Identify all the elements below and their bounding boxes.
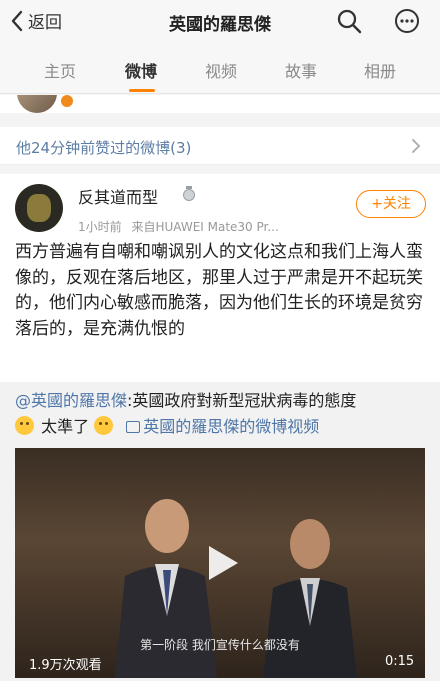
top-bar: 返回 英國的羅思傑 [0, 0, 440, 44]
video-link[interactable]: 英國的羅思傑的微博视频 [143, 417, 319, 436]
previous-card-fragment [0, 95, 440, 113]
post-time: 1小时前 [78, 220, 122, 234]
tab-album[interactable]: 相册 [364, 58, 396, 82]
follow-button[interactable]: +关注 [356, 190, 426, 218]
video-duration: 0:15 [385, 654, 415, 669]
laugh-cry-emoji-icon [94, 416, 114, 435]
play-icon[interactable] [205, 543, 241, 583]
avatar [17, 95, 57, 113]
chevron-left-icon [11, 10, 23, 31]
chevron-right-icon [412, 139, 421, 153]
medal-icon [183, 186, 195, 201]
tab-home[interactable]: 主页 [44, 58, 76, 82]
repost-text: @英國的羅思傑:英國政府對新型冠狀病毒的態度 太準了 英國的羅思傑的微博视频 [15, 388, 427, 440]
tab-video[interactable]: 视频 [205, 58, 237, 82]
profile-tabs: 主页 微博 视频 故事 相册 [0, 44, 440, 94]
post-meta: 1小时前 来自HUAWEI Mate30 Pr... [78, 218, 279, 235]
repost-caption-2: 太準了 [41, 417, 90, 436]
video-link-icon [126, 421, 141, 433]
video-player[interactable]: 第一阶段 我们宣传什么都没有 1.9万次观看 0:15 [15, 448, 425, 678]
mention-link[interactable]: @英國的羅思傑 [15, 391, 127, 410]
reposted-content[interactable]: @英國的羅思傑:英國政府對新型冠狀病毒的態度 太準了 英國的羅思傑的微博视频 第… [0, 382, 440, 681]
username[interactable]: 反其道而型 [78, 184, 158, 208]
post-body: 西方普遍有自嘲和嘲讽别人的文化这点和我们上海人蛮像的，反观在落后地区，那里人过于… [15, 242, 423, 339]
liked-posts-label: 他24分钟前赞过的微博(3) [16, 139, 192, 157]
liked-posts-bar[interactable]: 他24分钟前赞过的微博(3) [0, 127, 440, 165]
tab-weibo[interactable]: 微博 [125, 58, 157, 82]
search-icon[interactable] [336, 8, 362, 34]
repost-caption: :英國政府對新型冠狀病毒的態度 [127, 391, 357, 410]
view-count: 1.9万次观看 [29, 658, 102, 673]
tab-story[interactable]: 故事 [285, 58, 317, 82]
page-title: 英國的羅思傑 [169, 15, 271, 35]
laugh-emoji-icon [15, 416, 34, 435]
back-button[interactable]: 返回 [10, 8, 62, 33]
avatar[interactable] [15, 184, 63, 232]
post-source: 来自HUAWEI Mate30 Pr... [131, 220, 279, 234]
video-subtitle: 第一阶段 我们宣传什么都没有 [140, 638, 300, 652]
back-label: 返回 [28, 13, 62, 33]
verified-badge-icon [61, 95, 73, 107]
weibo-post: 反其道而型 1小时前 来自HUAWEI Mate30 Pr... +关注 西方普… [0, 174, 440, 382]
active-tab-indicator [129, 89, 155, 92]
more-icon[interactable] [392, 8, 422, 34]
